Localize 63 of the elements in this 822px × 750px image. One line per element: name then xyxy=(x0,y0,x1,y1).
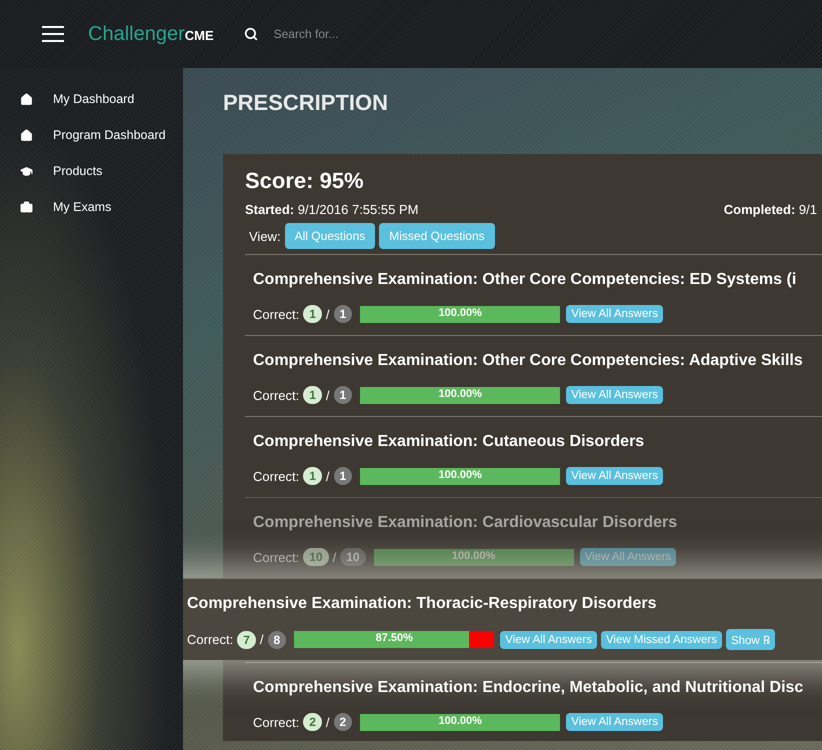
percent-text: 100.00% xyxy=(438,306,483,318)
total-count: 10 xyxy=(340,548,366,566)
slash-text: / xyxy=(326,468,330,484)
correct-count: 1 xyxy=(303,386,322,404)
percent-text: 100.00% xyxy=(438,388,483,400)
sidebar-item[interactable]: Products xyxy=(0,164,183,178)
slash-text: / xyxy=(326,714,330,730)
brand-logo[interactable]: ChallengerCME xyxy=(88,22,214,46)
total-count: 1 xyxy=(334,386,352,404)
correct-count: 1 xyxy=(303,305,322,323)
page-title: PRESCRIPTION xyxy=(223,90,390,116)
answers-button[interactable]: View Missed Answers xyxy=(600,630,722,648)
section-title: Comprehensive Examination: Cutaneous Disorders xyxy=(253,433,646,451)
total-count: 1 xyxy=(334,305,352,323)
percent-text: 100.00% xyxy=(438,714,483,726)
correct-count: 2 xyxy=(303,713,322,731)
section-title: Comprehensive Examination: Thoracic-Respiratory Disorders xyxy=(187,595,658,613)
view-filter-button[interactable]: All Questions xyxy=(284,223,376,249)
completed-text: Completed: 9/1 xyxy=(724,202,817,217)
answers-button[interactable]: View All Answers xyxy=(566,386,663,404)
answers-button[interactable]: View All Answers xyxy=(580,548,676,566)
correct-label: Correct: xyxy=(253,714,300,730)
answers-button[interactable]: Show ℞ xyxy=(726,629,775,650)
section-title: Comprehensive Examination: Other Core Competencies: Adaptive Skills xyxy=(253,352,804,370)
correct-label: Correct: xyxy=(253,550,300,564)
slash-text: / xyxy=(260,632,264,647)
home-icon xyxy=(20,128,33,142)
correct-count: 10 xyxy=(303,548,329,566)
score-heading: Score: 95% xyxy=(245,168,365,194)
correct-label: Correct: xyxy=(187,632,234,647)
answers-button[interactable]: View All Answers xyxy=(566,305,663,323)
total-count: 2 xyxy=(334,713,352,731)
total-count: 1 xyxy=(334,467,352,485)
answers-button[interactable]: View All Answers xyxy=(566,713,663,731)
total-count: 8 xyxy=(268,630,286,648)
percent-text: 100.00% xyxy=(450,550,496,562)
correct-label: Correct: xyxy=(253,306,300,322)
correct-count: 7 xyxy=(237,630,256,648)
view-filter-button[interactable]: Missed Questions xyxy=(379,223,495,249)
percent-text: 100.00% xyxy=(438,468,483,480)
correct-label: Correct: xyxy=(253,468,300,484)
graduation-cap-icon xyxy=(20,164,33,178)
view-label: View: xyxy=(249,228,281,244)
percent-text: 87.50% xyxy=(374,632,414,644)
sidebar-item[interactable]: My Dashboard xyxy=(0,92,183,106)
slash-text: / xyxy=(332,550,336,564)
started-text: Started: 9/1/2016 7:55:55 PM xyxy=(245,202,418,217)
slash-text: / xyxy=(326,388,330,402)
search-icon xyxy=(244,27,258,41)
menu-icon[interactable] xyxy=(42,26,64,42)
section-title: Comprehensive Examination: Cardiovascular Disorders xyxy=(253,514,678,532)
correct-count: 1 xyxy=(303,467,322,485)
answers-button[interactable]: View All Answers xyxy=(566,467,663,485)
section-title: Comprehensive Examination: Other Core Competencies: ED Systems (i xyxy=(253,271,798,289)
sidebar-item[interactable]: My Exams xyxy=(0,200,183,214)
search-field[interactable]: Search for... xyxy=(272,26,476,42)
section-title: Comprehensive Examination: Endocrine, Metabolic, and Nutritional Disc xyxy=(253,679,804,697)
briefcase-icon xyxy=(20,200,33,214)
sidebar-item[interactable]: Program Dashboard xyxy=(0,128,183,142)
slash-text: / xyxy=(326,306,330,322)
correct-label: Correct: xyxy=(253,388,300,402)
answers-button[interactable]: View All Answers xyxy=(500,630,597,648)
home-icon xyxy=(20,92,33,106)
